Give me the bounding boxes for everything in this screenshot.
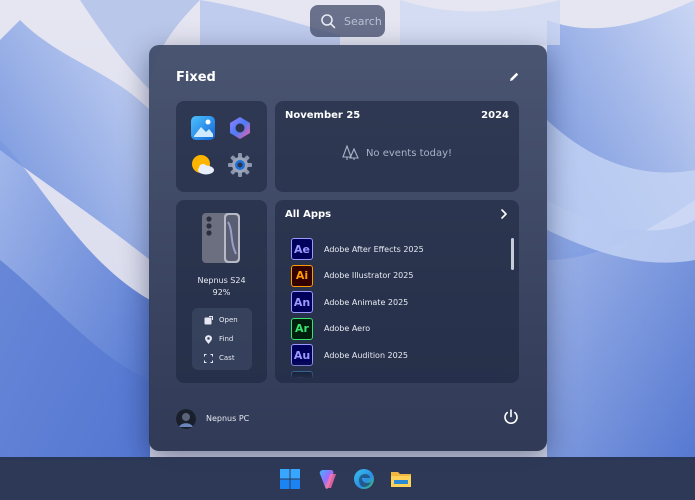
copilot-app-icon[interactable] bbox=[227, 115, 253, 141]
device-open-button[interactable]: Open bbox=[192, 311, 252, 329]
trees-icon bbox=[342, 145, 359, 160]
taskbar bbox=[0, 457, 695, 500]
app-list-fade bbox=[291, 360, 501, 378]
app-list-item[interactable]: Ar Adobe Aero bbox=[291, 317, 501, 340]
app-badge-icon: Ai bbox=[291, 264, 313, 287]
device-battery: 92% bbox=[212, 288, 231, 297]
calendar-empty-state: No events today! bbox=[275, 145, 519, 161]
app-name: Adobe Illustrator 2025 bbox=[324, 271, 414, 280]
device-cast-button[interactable]: Cast bbox=[192, 349, 252, 367]
app-badge-icon: An bbox=[291, 291, 313, 313]
pinned-apps-grid bbox=[176, 101, 267, 192]
chevron-right-icon[interactable] bbox=[498, 208, 510, 220]
app-name: Adobe Aero bbox=[324, 324, 371, 333]
section-title: Fixed bbox=[176, 70, 216, 85]
weather-app-icon[interactable] bbox=[190, 152, 216, 178]
phone-image bbox=[202, 213, 240, 263]
edit-pencil-icon[interactable] bbox=[508, 71, 520, 83]
app-list-item[interactable]: Ae Adobe After Effects 2025 bbox=[291, 238, 501, 260]
calendar-empty-text: No events today! bbox=[365, 147, 453, 159]
photos-app-icon[interactable] bbox=[190, 115, 216, 141]
edge-browser-icon[interactable] bbox=[353, 468, 375, 490]
app-list: Ae Adobe After Effects 2025 Ai Adobe Illust… bbox=[291, 238, 501, 378]
search-box[interactable]: Search bbox=[310, 5, 385, 37]
power-icon[interactable] bbox=[502, 408, 520, 426]
calendar-date: November 25 bbox=[285, 110, 361, 121]
windows-start-icon[interactable] bbox=[279, 468, 301, 490]
search-label: Search bbox=[344, 14, 382, 28]
app-name: Adobe After Effects 2025 bbox=[324, 244, 424, 254]
device-find-button[interactable]: Find bbox=[192, 330, 252, 348]
device-action-label: Find bbox=[219, 335, 234, 343]
app-list-item[interactable]: Ai Adobe Illustrator 2025 bbox=[291, 264, 501, 287]
cast-icon bbox=[204, 353, 213, 363]
device-action-label: Open bbox=[219, 316, 238, 324]
user-name[interactable]: Nepnus PC bbox=[206, 414, 249, 423]
app-name: Adobe Animate 2025 bbox=[324, 297, 409, 307]
settings-gear-icon[interactable] bbox=[227, 152, 253, 178]
app-badge-icon: Ar bbox=[291, 317, 313, 340]
app-name: Adobe Audition 2025 bbox=[324, 350, 408, 360]
all-apps-title[interactable]: All Apps bbox=[285, 209, 331, 220]
start-menu: Fixed November 25 2024 No events today! … bbox=[149, 45, 547, 451]
search-icon bbox=[321, 14, 336, 29]
phone-link-widget: Nepnus S24 92% Open Find Cast bbox=[176, 200, 267, 383]
copilot-taskbar-icon[interactable] bbox=[316, 468, 338, 490]
open-icon bbox=[204, 315, 213, 324]
avatar[interactable] bbox=[176, 409, 196, 429]
calendar-year: 2024 bbox=[481, 110, 509, 121]
device-name: Nepnus S24 bbox=[197, 276, 246, 285]
all-apps-widget: All Apps Ae Adobe After Effects 2025 Ai Ado… bbox=[275, 200, 519, 383]
calendar-widget[interactable]: November 25 2024 No events today! bbox=[275, 101, 519, 192]
app-list-item[interactable]: An Adobe Animate 2025 bbox=[291, 291, 501, 313]
file-explorer-icon[interactable] bbox=[390, 468, 412, 490]
device-action-label: Cast bbox=[219, 354, 235, 362]
location-pin-icon bbox=[205, 334, 212, 344]
app-list-scrollbar[interactable] bbox=[511, 238, 514, 270]
device-actions: Open Find Cast bbox=[192, 308, 252, 370]
app-badge-icon: Ae bbox=[291, 238, 313, 260]
